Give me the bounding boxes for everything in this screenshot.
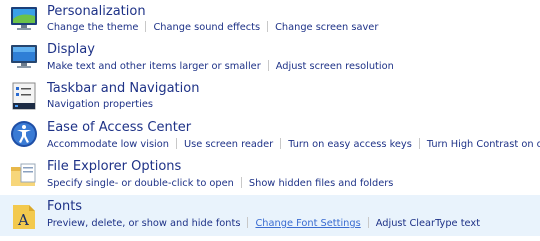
file-explorer-options-icon[interactable] bbox=[9, 160, 39, 190]
link-navigation-properties[interactable]: Navigation properties bbox=[47, 99, 153, 110]
display-title[interactable]: Display bbox=[47, 42, 95, 58]
link-adjust-screen-resolution[interactable]: Adjust screen resolution bbox=[276, 61, 394, 72]
category-fonts: A Fonts Preview, delete, or show and hid… bbox=[0, 195, 540, 236]
link-turn-high-contrast[interactable]: Turn High Contrast on or off bbox=[427, 139, 540, 150]
ease-of-access-icon[interactable] bbox=[9, 119, 39, 149]
personalization-title[interactable]: Personalization bbox=[47, 4, 146, 20]
svg-text:A: A bbox=[17, 211, 29, 229]
category-taskbar: Taskbar and Navigation Navigation proper… bbox=[0, 77, 540, 116]
fonts-title[interactable]: Fonts bbox=[47, 199, 82, 215]
link-separator bbox=[145, 21, 147, 32]
link-separator bbox=[367, 217, 369, 228]
category-ease-of-access: Ease of Access Center Accommodate low vi… bbox=[0, 116, 540, 155]
link-show-hidden-files[interactable]: Show hidden files and folders bbox=[249, 178, 394, 189]
category-personalization: Personalization Change the theme Change s… bbox=[0, 0, 540, 38]
ease-of-access-links: Accommodate low vision Use screen reader T… bbox=[47, 138, 540, 151]
fonts-icon[interactable]: A bbox=[9, 201, 39, 231]
link-separator bbox=[267, 21, 269, 32]
personalization-links: Change the theme Change sound effects Chan… bbox=[47, 21, 378, 34]
personalization-icon[interactable] bbox=[9, 4, 39, 34]
link-preview-delete-fonts[interactable]: Preview, delete, or show and hide fonts bbox=[47, 218, 240, 229]
link-separator bbox=[247, 217, 249, 228]
link-specify-click-to-open[interactable]: Specify single- or double-click to open bbox=[47, 178, 234, 189]
taskbar-title[interactable]: Taskbar and Navigation bbox=[47, 81, 199, 97]
link-separator bbox=[280, 138, 282, 149]
link-change-sound-effects[interactable]: Change sound effects bbox=[153, 22, 260, 33]
link-turn-on-easy-access-keys[interactable]: Turn on easy access keys bbox=[288, 139, 412, 150]
link-make-text-larger[interactable]: Make text and other items larger or smal… bbox=[47, 61, 261, 72]
link-change-theme[interactable]: Change the theme bbox=[47, 22, 138, 33]
link-accommodate-low-vision[interactable]: Accommodate low vision bbox=[47, 139, 169, 150]
link-change-screen-saver[interactable]: Change screen saver bbox=[275, 22, 378, 33]
ease-of-access-title[interactable]: Ease of Access Center bbox=[47, 120, 191, 136]
category-file-explorer-options: File Explorer Options Specify single- or… bbox=[0, 155, 540, 195]
link-separator bbox=[267, 60, 269, 71]
link-use-screen-reader[interactable]: Use screen reader bbox=[184, 139, 273, 150]
link-adjust-cleartype-text[interactable]: Adjust ClearType text bbox=[376, 218, 480, 229]
link-separator bbox=[175, 138, 177, 149]
taskbar-links: Navigation properties bbox=[47, 99, 153, 111]
file-explorer-options-links: Specify single- or double-click to open S… bbox=[47, 177, 393, 190]
taskbar-icon[interactable] bbox=[9, 81, 39, 111]
category-display: Display Make text and other items larger… bbox=[0, 38, 540, 77]
fonts-links: Preview, delete, or show and hide fonts C… bbox=[47, 217, 480, 230]
display-links: Make text and other items larger or smal… bbox=[47, 60, 394, 73]
link-change-font-settings[interactable]: Change Font Settings bbox=[255, 218, 360, 229]
link-separator bbox=[418, 138, 420, 149]
display-icon[interactable] bbox=[9, 42, 39, 72]
link-separator bbox=[240, 177, 242, 188]
file-explorer-options-title[interactable]: File Explorer Options bbox=[47, 159, 181, 175]
